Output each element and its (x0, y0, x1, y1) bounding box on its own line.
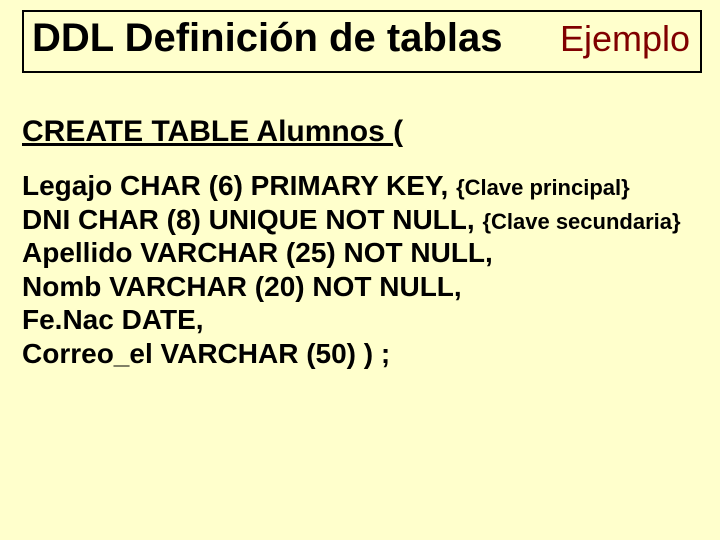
title-box: DDL Definición de tablas Ejemplo (22, 10, 702, 73)
slide-body: CREATE TABLE Alumnos ( Legajo CHAR (6) P… (22, 115, 702, 371)
col-nomb: Nomb VARCHAR (20) NOT NULL, (22, 270, 702, 304)
col-apellido: Apellido VARCHAR (25) NOT NULL, (22, 236, 702, 270)
col-legajo: Legajo CHAR (6) PRIMARY KEY, {Clave prin… (22, 169, 702, 203)
col-fenac: Fe.Nac DATE, (22, 303, 702, 337)
col-dni: DNI CHAR (8) UNIQUE NOT NULL, {Clave sec… (22, 203, 702, 237)
col-correo: Correo_el VARCHAR (50) ) ; (22, 337, 702, 371)
col-legajo-def: Legajo CHAR (6) PRIMARY KEY, (22, 170, 456, 201)
col-dni-def: DNI CHAR (8) UNIQUE NOT NULL, (22, 204, 482, 235)
col-dni-comment: {Clave secundaria} (482, 209, 680, 234)
slide-subtitle: Ejemplo (560, 18, 690, 60)
open-paren: ( (393, 115, 403, 148)
slide: DDL Definición de tablas Ejemplo CREATE … (0, 0, 720, 540)
slide-title: DDL Definición de tablas (32, 16, 502, 61)
create-table-text: CREATE TABLE Alumnos (22, 115, 393, 148)
col-legajo-comment: {Clave principal} (456, 175, 630, 200)
create-table-line: CREATE TABLE Alumnos ( (22, 115, 702, 149)
column-definitions: Legajo CHAR (6) PRIMARY KEY, {Clave prin… (22, 169, 702, 371)
